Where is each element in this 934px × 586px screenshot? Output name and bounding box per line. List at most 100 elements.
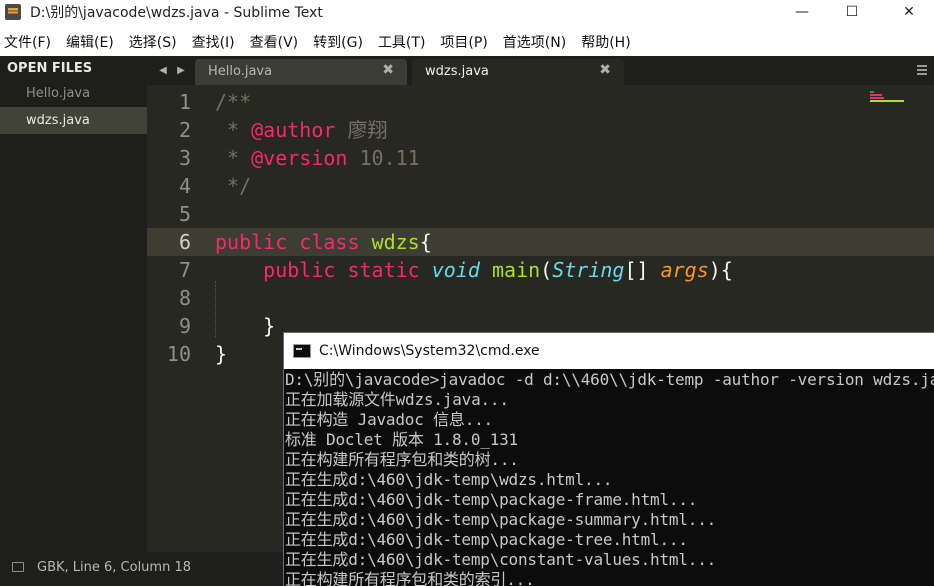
code-text: * @version 10.11 — [215, 144, 420, 172]
menu-bar: 文件(F) 编辑(E) 选择(S) 查找(I) 查看(V) 转到(G) 工具(T… — [0, 30, 934, 54]
code-token: public — [215, 230, 288, 254]
tab-close-icon[interactable]: ✖ — [382, 62, 394, 78]
code-line[interactable]: 8 — [147, 284, 934, 312]
code-text: } — [215, 312, 275, 340]
panel-toggle-icon[interactable] — [12, 562, 24, 572]
code-text: */ — [215, 172, 251, 200]
cmd-output-line: D:\别的\javacode>javadoc -d d:\\460\\jdk-t… — [285, 370, 934, 389]
menu-selection[interactable]: 选择(S) — [129, 32, 177, 52]
code-token: @author — [251, 118, 336, 142]
code-token: 10.11 — [347, 146, 420, 170]
code-token: main — [491, 258, 541, 282]
cmd-output-line: 正在加载源文件wdzs.java... — [285, 390, 509, 409]
cmd-window[interactable]: C:\Windows\System32\cmd.exe D:\别的\javaco… — [283, 332, 934, 586]
indent-guide — [215, 281, 216, 337]
status-text: GBK, Line 6, Column 18 — [37, 560, 192, 575]
tab-hello-java[interactable]: Hello.java ✖ — [195, 59, 407, 85]
cmd-output-line: 正在构建所有程序包和类的索引... — [285, 570, 535, 586]
tab-next-icon[interactable]: ▶ — [174, 56, 188, 85]
minimize-button[interactable]: — — [779, 0, 825, 24]
tab-label: wdzs.java — [425, 64, 489, 79]
code-line[interactable]: 6 public class wdzs{ — [147, 228, 934, 256]
code-token: */ — [215, 174, 252, 198]
sidebar: OPEN FILES Hello.java wdzs.java — [0, 56, 147, 552]
sidebar-file-wdzs[interactable]: wdzs.java — [0, 107, 147, 134]
open-files-header: OPEN FILES — [7, 61, 93, 76]
cmd-output-line: 正在生成d:\460\jdk-temp\package-tree.html... — [285, 530, 688, 549]
tab-prev-icon[interactable]: ◀ — [156, 56, 170, 85]
line-number: 2 — [178, 118, 191, 142]
code-token: class — [299, 230, 360, 254]
code-token: static — [347, 258, 420, 282]
code-token: ( — [540, 258, 553, 282]
tab-label: Hello.java — [208, 64, 273, 79]
code-line[interactable]: 2 * @author 廖翔 — [147, 116, 934, 144]
line-number: 9 — [178, 314, 191, 338]
code-token: } — [215, 314, 276, 338]
line-number: 4 — [178, 174, 191, 198]
menu-help[interactable]: 帮助(H) — [581, 32, 630, 52]
code-token: [] — [624, 258, 661, 282]
menu-edit[interactable]: 编辑(E) — [66, 32, 114, 52]
minimap[interactable] — [870, 91, 910, 115]
code-token: String — [552, 258, 625, 282]
code-line[interactable]: 7 public static void main(String[] args)… — [147, 256, 934, 284]
cmd-output-line: 正在构建所有程序包和类的树... — [285, 450, 519, 469]
close-button[interactable]: ✕ — [886, 0, 932, 24]
tab-wdzs-java[interactable]: wdzs.java ✖ — [412, 59, 624, 85]
cmd-icon — [293, 344, 311, 358]
cmd-output[interactable]: D:\别的\javacode>javadoc -d d:\\460\\jdk-t… — [284, 369, 934, 586]
tab-menu-icon[interactable] — [917, 65, 927, 75]
tab-bar: ◀ ▶ Hello.java ✖ wdzs.java ✖ — [147, 56, 934, 85]
code-token: 廖翔 — [335, 118, 388, 142]
title-bar: D:\别的\javacode\wdzs.java - Sublime Text … — [0, 0, 934, 24]
maximize-button[interactable]: ☐ — [829, 0, 875, 24]
menu-file[interactable]: 文件(F) — [4, 32, 51, 52]
menu-tools[interactable]: 工具(T) — [378, 32, 425, 52]
code-token: /** — [215, 90, 252, 114]
line-number: 10 — [166, 342, 191, 366]
line-number: 1 — [178, 90, 191, 114]
line-number: 8 — [178, 286, 191, 310]
tab-close-icon[interactable]: ✖ — [599, 62, 611, 78]
cmd-output-line: 正在生成d:\460\jdk-temp\package-summary.html… — [285, 510, 717, 529]
code-line[interactable]: 4 */ — [147, 172, 934, 200]
menu-view[interactable]: 查看(V) — [250, 32, 299, 52]
code-text: public static void main(String[] args){ — [215, 256, 733, 284]
menu-preferences[interactable]: 首选项(N) — [503, 32, 566, 52]
cmd-output-line: 标准 Doclet 版本 1.8.0_131 — [285, 430, 518, 449]
cmd-title: C:\Windows\System32\cmd.exe — [319, 343, 540, 359]
window-title: D:\别的\javacode\wdzs.java - Sublime Text — [30, 5, 323, 21]
code-line[interactable]: 3 * @version 10.11 — [147, 144, 934, 172]
code-token: void — [431, 258, 480, 282]
menu-goto[interactable]: 转到(G) — [313, 32, 363, 52]
cmd-output-line: 正在构造 Javadoc 信息... — [285, 410, 493, 429]
cmd-output-line: 正在生成d:\460\jdk-temp\wdzs.html... — [285, 470, 613, 489]
code-line[interactable]: 5 — [147, 200, 934, 228]
code-line[interactable]: 1 /** — [147, 88, 934, 116]
sublime-text-icon — [5, 4, 21, 20]
code-text: public class wdzs{ — [215, 228, 432, 256]
line-number: 7 — [178, 258, 191, 282]
line-number: 5 — [178, 202, 191, 226]
menu-project[interactable]: 项目(P) — [440, 32, 487, 52]
code-text: } — [215, 340, 227, 368]
menu-find[interactable]: 查找(I) — [192, 32, 235, 52]
cmd-output-line: 正在生成d:\460\jdk-temp\constant-values.html… — [285, 550, 717, 569]
code-token: } — [215, 342, 228, 366]
code-text: /** — [215, 88, 251, 116]
code-token: * — [215, 118, 252, 142]
cmd-output-line: 正在生成d:\460\jdk-temp\package-frame.html..… — [285, 490, 698, 509]
code-token: @version — [251, 146, 348, 170]
sidebar-file-hello[interactable]: Hello.java — [0, 80, 147, 107]
cmd-title-bar[interactable]: C:\Windows\System32\cmd.exe — [284, 333, 934, 369]
code-token: args — [660, 258, 709, 282]
code-text: * @author 廖翔 — [215, 116, 387, 144]
code-token: * — [215, 146, 252, 170]
code-token: public — [263, 258, 336, 282]
